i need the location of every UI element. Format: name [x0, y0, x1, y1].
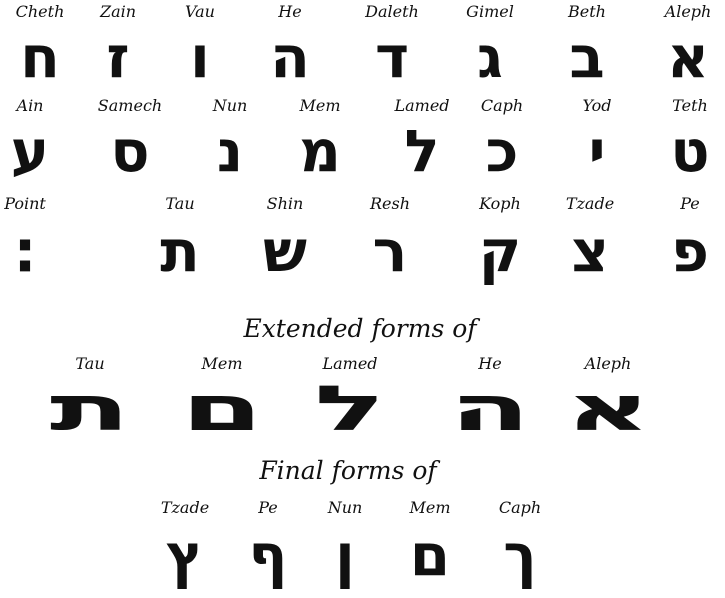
letter-name: Tau	[165, 194, 195, 213]
final-letter: ם	[409, 521, 451, 589]
final-letter: ץ	[165, 521, 205, 589]
extended-letter: ם	[181, 378, 263, 440]
letter-name: Pe	[680, 194, 700, 213]
hebrew-letter: כ	[485, 117, 519, 185]
letter-name: Aleph	[664, 2, 712, 21]
hebrew-letter: צ	[571, 217, 609, 285]
final-letter-name: Caph	[498, 498, 542, 517]
hebrew-letter: ז	[106, 23, 130, 91]
letter-name: Vau	[185, 2, 215, 21]
letter-name: Tzade	[565, 194, 615, 213]
hebrew-letter: ג	[477, 23, 503, 91]
extended-letter: ה	[450, 378, 531, 440]
hebrew-letter: ה	[270, 23, 310, 91]
extended-forms-heading: Extended forms of	[243, 314, 477, 343]
letter-name: Point	[4, 194, 46, 213]
hebrew-letter: ק	[478, 217, 522, 285]
letter-name: Samech	[97, 96, 163, 115]
hebrew-letter: פ	[670, 217, 710, 285]
hebrew-letter: ת	[160, 217, 200, 285]
wide-letter: ל	[314, 372, 386, 445]
letter-name: Zain	[99, 2, 137, 21]
letter-name: Mem	[299, 96, 341, 115]
extended-letter-name: Tau	[75, 354, 105, 373]
letter-name: Resh	[369, 194, 411, 213]
hebrew-letter: מ	[299, 117, 341, 185]
hebrew-letter: ב	[569, 23, 605, 91]
extended-letter-name: Mem	[201, 354, 243, 373]
letter-name: Nun	[212, 96, 248, 115]
extended-letter-name: Lamed	[322, 354, 378, 373]
wide-letter: ה	[449, 372, 531, 445]
letter-name: Ain	[16, 96, 44, 115]
letter-name: He	[278, 2, 302, 21]
hebrew-letter: י	[588, 117, 606, 185]
final-forms-heading: Final forms of	[259, 456, 437, 485]
final-letter-name: Pe	[258, 498, 278, 517]
hebrew-letter: ש	[263, 217, 307, 285]
letter-name: Koph	[479, 194, 521, 213]
final-letter: ן	[335, 521, 355, 589]
final-letter-name: Mem	[409, 498, 451, 517]
final-letter: ף	[248, 521, 288, 589]
hebrew-letter: ו	[190, 23, 210, 91]
letter-name: Cheth	[15, 2, 65, 21]
hebrew-letter: ט	[670, 117, 710, 185]
wide-letter: ם	[180, 372, 264, 445]
final-letter-name: Nun	[327, 498, 363, 517]
extended-letter: ת	[50, 378, 130, 440]
hebrew-letter: ד	[374, 23, 410, 91]
hebrew-letter: ס	[110, 117, 150, 185]
hebrew-letter: ר	[372, 217, 408, 285]
hebrew-letter: ל	[404, 117, 440, 185]
letter-name: Lamed	[394, 96, 450, 115]
hebrew-letter: נ	[216, 117, 244, 185]
wide-letter: א	[565, 372, 651, 445]
hebrew-letter: א	[666, 23, 710, 91]
letter-name: Yod	[582, 96, 612, 115]
letter-name: Caph	[480, 96, 524, 115]
extended-letter-name: Aleph	[584, 354, 632, 373]
hebrew-letter: ע	[10, 117, 50, 185]
final-letter: ך	[503, 521, 537, 589]
letter-name: Gimel	[466, 2, 514, 21]
hebrew-letter: ח	[20, 23, 60, 91]
letter-name: Daleth	[365, 2, 419, 21]
hebrew-letter: ׃	[14, 217, 36, 285]
extended-letter: ל	[314, 378, 385, 440]
extended-letter-name: He	[478, 354, 502, 373]
extended-letter: א	[565, 378, 651, 440]
final-letter-name: Tzade	[160, 498, 210, 517]
letter-name: Beth	[568, 2, 606, 21]
letter-name: Teth	[672, 96, 708, 115]
letter-name: Shin	[266, 194, 304, 213]
wide-letter: ת	[49, 372, 131, 445]
